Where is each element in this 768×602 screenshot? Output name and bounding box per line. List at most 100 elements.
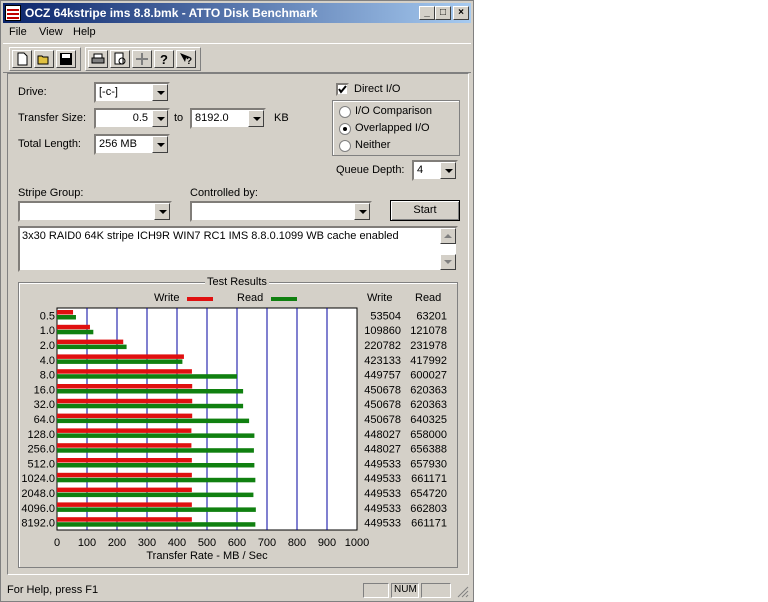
description-text: 3x30 RAID0 64K stripe ICH9R WIN7 RC1 IMS…: [22, 230, 399, 242]
write-bar: [57, 443, 192, 448]
queue-depth-select[interactable]: 4: [412, 160, 458, 181]
app-window: OCZ 64kstripe ims 8.8.bmk - ATTO Disk Be…: [0, 0, 474, 602]
x-tick-label: 700: [258, 537, 276, 549]
status-cell-caps: [363, 583, 389, 598]
y-category-label: 2048.0: [21, 488, 55, 500]
read-bar: [57, 329, 94, 335]
total-length-value: 256 MB: [99, 138, 137, 150]
read-bar: [57, 374, 238, 379]
new-icon: [17, 52, 28, 66]
chevron-down-icon[interactable]: [248, 110, 264, 127]
help-button[interactable]: ?: [154, 50, 174, 68]
write-bar: [57, 324, 90, 330]
queue-depth-value: 4: [417, 164, 424, 176]
save-icon: [60, 53, 72, 65]
stripe-group-label: Stripe Group:: [18, 187, 84, 199]
minimize-button[interactable]: _: [419, 6, 435, 20]
description-textarea[interactable]: 3x30 RAID0 64K stripe ICH9R WIN7 RC1 IMS…: [18, 226, 458, 272]
menu-help[interactable]: Help: [73, 26, 96, 38]
stripe-group-select[interactable]: [18, 201, 172, 222]
read-bar: [57, 389, 244, 394]
read-value: 657930: [410, 458, 447, 470]
direct-io-checkbox[interactable]: [336, 83, 349, 96]
chevron-down-icon[interactable]: [354, 203, 370, 220]
maximize-button[interactable]: □: [435, 6, 451, 20]
menu-bar: File View Help: [3, 23, 471, 42]
new-button[interactable]: [12, 50, 32, 68]
save-button[interactable]: [56, 50, 76, 68]
y-category-label: 1024.0: [21, 473, 55, 485]
controlled-by-select[interactable]: [190, 201, 372, 222]
x-tick-label: 0: [54, 537, 60, 549]
direct-io-label[interactable]: Direct I/O: [354, 83, 400, 95]
io-comparison-label[interactable]: I/O Comparison: [355, 105, 432, 117]
y-category-label: 8192.0: [21, 518, 55, 530]
io-comparison-radio[interactable]: [339, 106, 351, 118]
chevron-down-icon[interactable]: [152, 110, 168, 127]
total-length-select[interactable]: 256 MB: [94, 134, 170, 155]
status-cell-scroll: [421, 583, 451, 598]
close-button[interactable]: ×: [453, 6, 469, 20]
read-bar: [57, 477, 256, 483]
scroll-up-button[interactable]: [440, 228, 456, 244]
read-value: 231978: [410, 340, 447, 352]
io-mode-group: I/O Comparison Overlapped I/O Neither: [332, 100, 460, 156]
read-value: 640325: [410, 414, 447, 426]
write-bar: [57, 413, 193, 419]
chevron-down-icon[interactable]: [152, 84, 168, 101]
y-category-label: 128.0: [27, 429, 55, 441]
resize-grip-icon[interactable]: [457, 586, 469, 598]
x-axis-label: Transfer Rate - MB / Sec: [146, 550, 268, 562]
total-length-label: Total Length:: [18, 138, 81, 150]
transfer-size-from-select[interactable]: 0.5: [94, 108, 170, 129]
start-button[interactable]: Start: [390, 200, 460, 221]
x-tick-label: 200: [108, 537, 126, 549]
write-bar: [57, 458, 192, 463]
queue-depth-label: Queue Depth:: [336, 164, 405, 176]
read-bar: [57, 418, 250, 424]
read-bar: [57, 315, 76, 320]
read-value: 620363: [410, 384, 447, 396]
read-value: 662803: [410, 503, 447, 515]
read-value: 417992: [410, 355, 447, 367]
overlapped-io-label[interactable]: Overlapped I/O: [355, 122, 430, 134]
checkmark-icon: [338, 85, 347, 94]
y-category-label: 16.0: [34, 384, 55, 396]
controlled-by-label: Controlled by:: [190, 187, 258, 199]
menu-file[interactable]: File: [9, 26, 27, 38]
chevron-down-icon[interactable]: [154, 203, 170, 220]
read-bar: [57, 403, 244, 409]
chevron-down-icon[interactable]: [440, 162, 456, 179]
move-button[interactable]: [132, 50, 152, 68]
title-bar[interactable]: OCZ 64kstripe ims 8.8.bmk - ATTO Disk Be…: [3, 3, 471, 23]
neither-radio[interactable]: [339, 140, 351, 152]
print-button[interactable]: [88, 50, 108, 68]
write-bar: [57, 339, 124, 345]
chevron-down-icon[interactable]: [152, 136, 168, 153]
x-tick-label: 300: [138, 537, 156, 549]
drive-value: [-c-]: [99, 86, 118, 98]
read-bar: [57, 507, 256, 512]
write-value: 449533: [364, 518, 401, 530]
print-icon: [91, 53, 105, 64]
print-preview-button[interactable]: [110, 50, 130, 68]
maximize-icon: □: [439, 7, 447, 18]
write-value: 450678: [364, 399, 401, 411]
window-title: OCZ 64kstripe ims 8.8.bmk - ATTO Disk Be…: [25, 6, 318, 20]
read-value: 600027: [410, 370, 447, 382]
test-results-group: Test Results Write Read Write Read 0 100 2…: [18, 276, 458, 568]
y-category-label: 4.0: [40, 355, 55, 367]
transfer-size-to-select[interactable]: 8192.0: [190, 108, 266, 129]
neither-label[interactable]: Neither: [355, 139, 390, 151]
drive-select[interactable]: [-c-]: [94, 82, 170, 103]
scroll-down-button[interactable]: [440, 254, 456, 270]
read-value: 654720: [410, 488, 447, 500]
open-button[interactable]: [34, 50, 54, 68]
write-value: 449533: [364, 488, 401, 500]
write-value: 449757: [364, 370, 401, 382]
overlapped-io-radio[interactable]: [339, 123, 351, 135]
menu-view[interactable]: View: [39, 26, 63, 38]
transfer-size-label: Transfer Size:: [18, 112, 87, 124]
context-help-button[interactable]: ?: [176, 50, 196, 68]
read-bar: [57, 522, 256, 527]
